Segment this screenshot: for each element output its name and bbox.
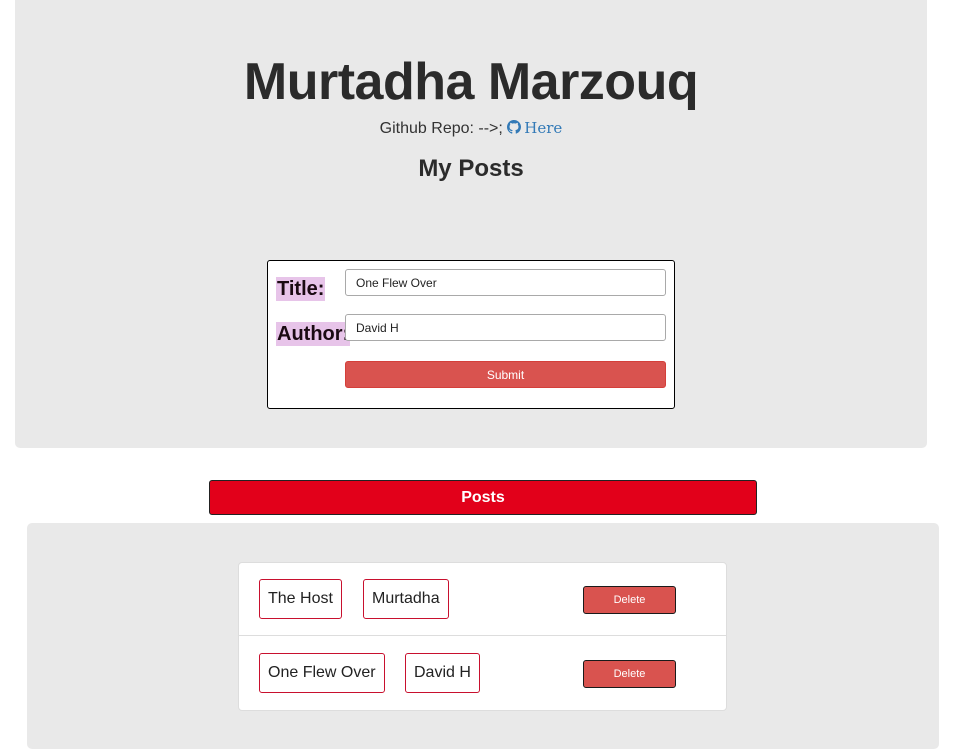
posts-panel: The Host Murtadha Delete One Flew Over D… — [27, 523, 939, 749]
header-jumbotron: Murtadha Marzouq Github Repo: -->; Here … — [15, 0, 927, 448]
section-heading: My Posts — [418, 155, 524, 182]
post-row: The Host Murtadha Delete — [239, 563, 726, 636]
repo-link-label: Here — [524, 119, 563, 137]
post-title: The Host — [259, 579, 342, 619]
author-label: Author: — [276, 322, 351, 346]
delete-button[interactable]: Delete — [583, 660, 676, 688]
github-icon — [507, 119, 522, 134]
post-author: Murtadha — [363, 579, 449, 619]
author-input[interactable] — [345, 314, 666, 341]
post-author: David H — [405, 653, 480, 693]
title-input[interactable] — [345, 269, 666, 296]
post-form: Title: Author: Submit — [267, 260, 675, 409]
post-title: One Flew Over — [259, 653, 385, 693]
repo-prefix: Github Repo: -->; — [379, 120, 508, 137]
repo-link[interactable]: Here — [507, 119, 562, 137]
posts-list: The Host Murtadha Delete One Flew Over D… — [238, 562, 727, 711]
page-title: Murtadha Marzouq — [243, 53, 699, 111]
delete-button[interactable]: Delete — [583, 586, 676, 614]
post-row: One Flew Over David H Delete — [239, 637, 726, 710]
submit-button[interactable]: Submit — [345, 361, 666, 388]
posts-banner: Posts — [209, 480, 757, 515]
repo-line: Github Repo: -->; Here — [15, 118, 927, 139]
title-label: Title: — [276, 277, 326, 301]
